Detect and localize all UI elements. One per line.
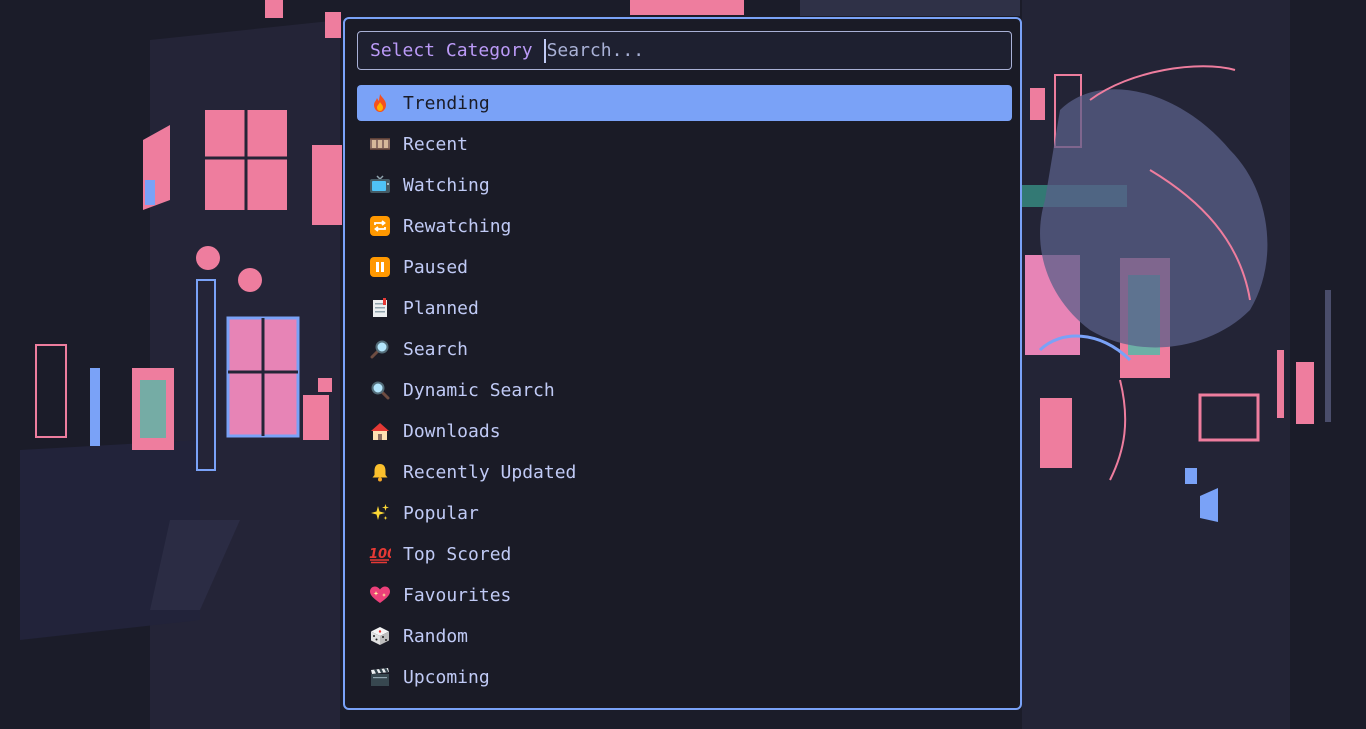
category-item-planned[interactable]: Planned (357, 290, 1012, 326)
search-input[interactable] (546, 40, 947, 61)
text-cursor (543, 38, 546, 63)
category-item-top-scored[interactable]: 100 Top Scored (357, 536, 1012, 572)
category-item-label: Random (403, 625, 469, 647)
clapper-board-icon (369, 666, 391, 688)
hundred-points-icon: 100 (369, 543, 391, 565)
category-item-label: Trending (403, 92, 490, 114)
magnifier-left-icon (369, 379, 391, 401)
category-item-downloads[interactable]: Downloads (357, 413, 1012, 449)
category-item-popular[interactable]: Popular (357, 495, 1012, 531)
category-item-label: Planned (403, 297, 479, 319)
category-item-search[interactable]: Search (357, 331, 1012, 367)
category-item-label: Popular (403, 502, 479, 524)
fire-icon (369, 92, 391, 114)
prompt-label: Select Category (370, 40, 533, 61)
category-item-trending[interactable]: Trending (357, 85, 1012, 121)
category-item-label: Paused (403, 256, 469, 278)
die-icon (369, 625, 391, 647)
category-list: Trending Recent Watching Rewatching Paused Pl… (357, 85, 1012, 700)
category-item-label: Top Scored (403, 543, 512, 565)
category-item-label: Upcoming (403, 666, 490, 688)
sparkles-icon (369, 502, 391, 524)
television-icon (369, 174, 391, 196)
category-item-dynamic-search[interactable]: Dynamic Search (357, 372, 1012, 408)
house-icon (369, 420, 391, 442)
category-launcher: Select Category Trending Recent Watching Re… (343, 17, 1022, 710)
category-item-label: Dynamic Search (403, 379, 555, 401)
category-item-label: Search (403, 338, 469, 360)
search-bar[interactable]: Select Category (357, 31, 1012, 70)
category-item-recent[interactable]: Recent (357, 126, 1012, 162)
repeat-icon (369, 215, 391, 237)
category-item-rewatching[interactable]: Rewatching (357, 208, 1012, 244)
bell-icon (369, 461, 391, 483)
category-item-recently-updated[interactable]: Recently Updated (357, 454, 1012, 490)
category-item-label: Rewatching (403, 215, 512, 237)
category-item-label: Downloads (403, 420, 501, 442)
bookmark-tabs-icon (369, 297, 391, 319)
film-frames-icon (369, 133, 391, 155)
category-item-watching[interactable]: Watching (357, 167, 1012, 203)
category-item-random[interactable]: Random (357, 618, 1012, 654)
category-item-label: Recent (403, 133, 469, 155)
sparkling-heart-icon (369, 584, 391, 606)
category-item-favourites[interactable]: Favourites (357, 577, 1012, 613)
category-item-label: Favourites (403, 584, 512, 606)
category-item-upcoming[interactable]: Upcoming (357, 659, 1012, 695)
pause-icon (369, 256, 391, 278)
category-item-label: Watching (403, 174, 490, 196)
magnifier-right-icon (369, 338, 391, 360)
category-item-paused[interactable]: Paused (357, 249, 1012, 285)
category-item-label: Recently Updated (403, 461, 577, 483)
